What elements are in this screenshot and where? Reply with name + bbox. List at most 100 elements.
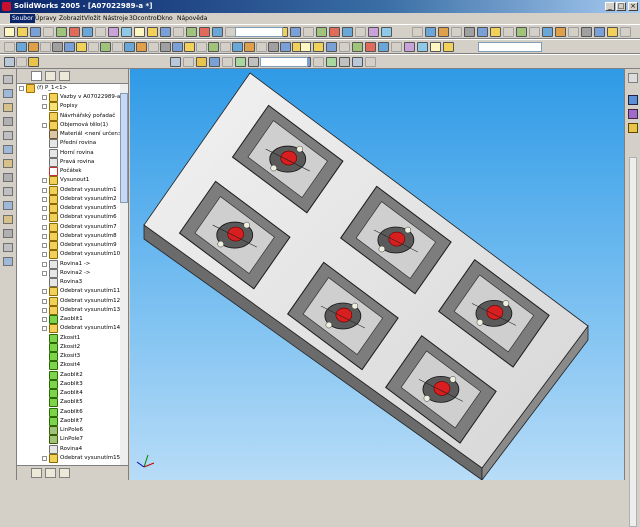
sketch-tool-icon[interactable] [244, 42, 255, 52]
expand-icon[interactable] [42, 326, 47, 332]
feature-tool-icon[interactable] [339, 42, 350, 52]
sketch-tool-icon[interactable] [208, 42, 219, 52]
menu-nastroje[interactable]: Nástroje [101, 14, 130, 23]
view-tool-icon[interactable] [542, 27, 553, 37]
expand-icon[interactable] [42, 178, 47, 184]
standard-tool-icon[interactable] [303, 27, 314, 37]
tree-item[interactable]: Zaoblit1 [17, 315, 120, 324]
expand-icon[interactable] [42, 233, 47, 239]
tree-item[interactable]: Odebrat vysunutím9 [17, 241, 120, 250]
tree-item[interactable]: Odebrat vysunutím6 [17, 213, 120, 223]
sketch-tool-icon[interactable] [4, 42, 15, 52]
standard-tool-icon[interactable] [82, 27, 93, 37]
tree-item[interactable]: Rovina4 [17, 444, 120, 454]
view-tool-icon[interactable] [451, 27, 462, 37]
sketch-tool-icon[interactable] [268, 42, 279, 52]
sketch-tool-icon[interactable] [3, 243, 13, 252]
sketch-tool-icon[interactable] [3, 75, 13, 84]
feature-tool-icon[interactable] [378, 42, 389, 52]
menu-soubor[interactable]: Soubor [10, 14, 36, 23]
feature-tool-icon[interactable] [443, 42, 454, 52]
view-tool-icon[interactable] [464, 27, 475, 37]
standard-tool-icon[interactable] [108, 27, 119, 37]
tree-item[interactable]: Odebrat vysunutím2 [17, 194, 120, 204]
tree-item[interactable]: Odebrat vysunutím5 [17, 204, 120, 213]
graphics-viewport[interactable] [130, 69, 624, 480]
feature-tool-icon[interactable] [300, 42, 311, 52]
expand-icon[interactable] [42, 104, 47, 110]
tree-item[interactable]: Odebrat vysunutím1 [17, 185, 120, 195]
tree-root[interactable]: (f) P_1<1> [17, 84, 120, 93]
tree-item[interactable]: Zkosit1 [17, 333, 120, 343]
misc-tool-icon[interactable] [4, 57, 15, 67]
tree-item[interactable]: LinPole6 [17, 426, 120, 435]
feature-tool-icon[interactable] [391, 42, 402, 52]
misc-tool-icon[interactable] [28, 57, 39, 67]
sketch-tool-icon[interactable] [28, 42, 39, 52]
bottom-tab-3[interactable] [59, 468, 70, 478]
sketch-tool-icon[interactable] [88, 42, 99, 52]
view-tool-icon[interactable] [594, 27, 605, 37]
tree-item[interactable]: Odebrat vysunutím13 [17, 305, 120, 315]
expand-icon[interactable] [42, 196, 47, 202]
expand-icon[interactable] [42, 252, 47, 258]
collapse-icon[interactable] [19, 86, 24, 91]
view-tool-icon[interactable] [503, 27, 514, 37]
maximize-icon[interactable]: □ [616, 2, 626, 11]
sketch-tool-icon[interactable] [16, 42, 27, 52]
tree-item[interactable]: Odebrat vysunutím8 [17, 231, 120, 241]
sketch-tool-icon[interactable] [76, 42, 87, 52]
expand-icon[interactable] [42, 455, 47, 461]
sketch-tool-icon[interactable] [196, 42, 207, 52]
assembly-tool-icon[interactable] [196, 57, 207, 67]
expand-icon[interactable] [42, 243, 47, 248]
standard-tool-icon[interactable] [121, 27, 132, 37]
menu-napoveda[interactable]: Nápověda [175, 14, 209, 23]
tree-item[interactable]: Návrhářský pořadač [17, 111, 120, 121]
solidworks-app-icon[interactable] [2, 2, 11, 11]
configurationmanager-tab[interactable] [59, 71, 70, 81]
standard-tool-icon[interactable] [316, 27, 327, 37]
standard-tool-icon[interactable] [186, 27, 197, 37]
sketch-tool-icon[interactable] [256, 42, 267, 52]
tree-item[interactable]: Zaoblit6 [17, 407, 120, 417]
tree-item[interactable]: Odebrat vysunutím7 [17, 222, 120, 232]
propertymanager-tab[interactable] [45, 71, 56, 81]
misc-tool-icon[interactable] [16, 57, 27, 67]
standard-tool-icon[interactable] [56, 27, 67, 37]
bottom-tab-2[interactable] [45, 468, 56, 478]
standard-tool-icon[interactable] [368, 27, 379, 37]
sketch-tool-icon[interactable] [40, 42, 51, 52]
tree-item[interactable]: Zkosit4 [17, 361, 120, 371]
sketch-tool-icon[interactable] [232, 42, 243, 52]
tree-item[interactable]: Zkosit2 [17, 342, 120, 352]
standard-tool-icon[interactable] [212, 27, 223, 37]
feature-tool-icon[interactable] [352, 42, 363, 52]
standard-tool-icon[interactable] [342, 27, 353, 37]
view-tool-icon[interactable] [477, 27, 488, 37]
view-tool-icon[interactable] [438, 27, 449, 37]
tree-scrollbar[interactable] [120, 84, 128, 465]
tree-item[interactable]: Materiál <není určen> [17, 130, 120, 139]
tree-item[interactable]: Přední rovina [17, 139, 120, 149]
sketch-tool-icon[interactable] [3, 159, 13, 168]
tree-item[interactable]: Rovina2 -> [17, 268, 120, 278]
tree-item[interactable]: Zaoblit3 [17, 379, 120, 389]
expand-icon[interactable] [42, 215, 47, 221]
tree-scroll-thumb[interactable] [120, 93, 128, 203]
model-canvas[interactable] [130, 69, 624, 480]
assembly-tool-icon[interactable] [183, 57, 194, 67]
assembly-tool-icon[interactable] [326, 57, 337, 67]
view-tool-icon[interactable] [581, 27, 592, 37]
standard-tool-icon[interactable] [355, 27, 366, 37]
close-icon[interactable]: × [628, 2, 638, 11]
sketch-tool-icon[interactable] [136, 42, 147, 52]
tree-item[interactable]: Odebrat vysunutím11 [17, 287, 120, 297]
standard-tool-icon[interactable] [134, 27, 145, 37]
tree-item[interactable]: Zaoblit4 [17, 389, 120, 398]
sketch-tool-icon[interactable] [3, 117, 13, 126]
standard-tool-icon[interactable] [147, 27, 158, 37]
sketch-tool-icon[interactable] [64, 42, 75, 52]
assembly-tool-icon[interactable] [352, 57, 363, 67]
sketch-tool-icon[interactable] [172, 42, 183, 52]
